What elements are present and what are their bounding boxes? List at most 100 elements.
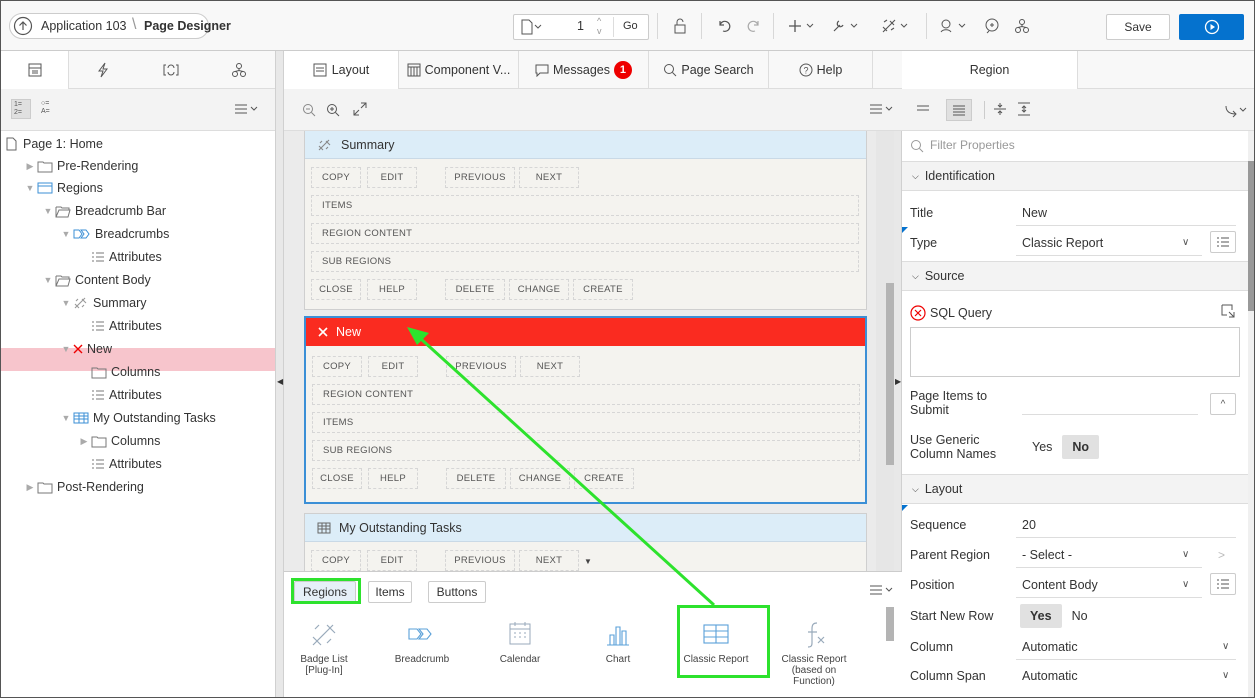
sql-query-textarea[interactable] bbox=[910, 327, 1240, 377]
app-link[interactable]: Application 103 bbox=[41, 19, 126, 33]
collapse-toggle-icon[interactable]: ▼ bbox=[59, 413, 73, 423]
show-common-icon[interactable] bbox=[914, 100, 936, 120]
sort-alpha-icon[interactable]: ○= A= bbox=[39, 99, 59, 119]
next-drop-zone[interactable]: NEXT bbox=[519, 550, 579, 571]
gallery-tab-buttons[interactable]: Buttons bbox=[428, 581, 486, 603]
copy-drop-zone[interactable]: COPY bbox=[311, 550, 361, 571]
undo-icon[interactable] bbox=[711, 14, 737, 38]
create-drop-zone[interactable]: CREATE bbox=[573, 279, 633, 300]
page-stepper[interactable]: ^ v bbox=[597, 16, 602, 36]
change-drop-zone[interactable]: CHANGE bbox=[510, 468, 570, 489]
tree-node[interactable]: ▼ Content Body bbox=[41, 269, 151, 291]
layout-menu-icon[interactable] bbox=[868, 101, 894, 117]
previous-drop-zone[interactable]: PREVIOUS bbox=[446, 356, 516, 377]
tree-node[interactable]: ▼ Summary bbox=[59, 292, 147, 314]
edit-drop-zone[interactable]: EDIT bbox=[368, 356, 418, 377]
type-list-button[interactable] bbox=[1210, 231, 1236, 253]
code-editor-icon[interactable] bbox=[1220, 303, 1236, 319]
collapse-right-icon[interactable]: ▶ bbox=[895, 377, 901, 386]
parent-region-select[interactable]: - Select - bbox=[1022, 548, 1072, 562]
change-drop-zone[interactable]: CHANGE bbox=[509, 279, 569, 300]
start-new-row-toggle[interactable]: Yes No bbox=[1020, 604, 1098, 628]
gallery-tab-items[interactable]: Items bbox=[368, 581, 412, 603]
column-select[interactable]: Automatic bbox=[1022, 640, 1078, 654]
go-button[interactable]: Go bbox=[623, 20, 638, 32]
type-select[interactable]: Classic Report bbox=[1022, 236, 1103, 250]
chevron-right-icon[interactable]: > bbox=[1218, 548, 1225, 562]
zoom-out-icon[interactable] bbox=[302, 103, 316, 117]
tree-node[interactable]: Attributes bbox=[77, 384, 162, 406]
tree-node[interactable]: ▶ Pre-Rendering bbox=[23, 155, 139, 177]
delete-drop-zone[interactable]: DELETE bbox=[446, 468, 506, 489]
previous-drop-zone[interactable]: PREVIOUS bbox=[445, 167, 515, 188]
tab-help[interactable]: ? Help bbox=[769, 51, 873, 89]
shared-hierarchy-icon[interactable] bbox=[1009, 14, 1035, 38]
page-number-input[interactable]: 1 bbox=[577, 19, 584, 33]
tree-node[interactable]: Page 1: Home bbox=[5, 133, 103, 155]
team-development-icon[interactable] bbox=[935, 14, 975, 38]
tree-node[interactable]: ▶ Columns bbox=[77, 430, 161, 452]
edit-drop-zone[interactable]: EDIT bbox=[367, 167, 417, 188]
page-menu-button[interactable] bbox=[517, 16, 547, 38]
left-splitter[interactable]: ◀ bbox=[275, 51, 284, 697]
section-source[interactable]: ⌵ Source bbox=[902, 261, 1248, 291]
chevron-down-icon[interactable]: ∨ bbox=[1182, 579, 1189, 590]
sub-regions-drop-zone[interactable]: SUB REGIONS bbox=[312, 440, 860, 461]
sub-regions-drop-zone[interactable]: SUB REGIONS bbox=[311, 251, 859, 272]
tree-node[interactable]: Attributes bbox=[77, 246, 162, 268]
start-row-no-option[interactable]: No bbox=[1062, 604, 1098, 628]
copy-drop-zone[interactable]: COPY bbox=[311, 167, 361, 188]
previous-drop-zone[interactable]: PREVIOUS bbox=[445, 550, 515, 571]
tab-shared-components[interactable] bbox=[205, 51, 273, 89]
tab-region[interactable]: Region bbox=[902, 51, 1078, 89]
region-content-drop-zone[interactable]: REGION CONTENT bbox=[312, 384, 860, 405]
section-layout[interactable]: ⌵ Layout bbox=[902, 474, 1248, 504]
scroll-down-icon[interactable]: ▼ bbox=[584, 557, 592, 566]
expand-toggle-icon[interactable]: ▶ bbox=[77, 436, 91, 447]
utilities-wrench-icon[interactable] bbox=[827, 14, 867, 38]
collapse-toggle-icon[interactable]: ▼ bbox=[23, 183, 37, 193]
canvas-scrollbar-thumb[interactable] bbox=[886, 283, 894, 465]
generic-names-toggle[interactable]: Yes No bbox=[1022, 435, 1100, 459]
region-header[interactable]: My Outstanding Tasks bbox=[305, 514, 866, 542]
position-select[interactable]: Content Body bbox=[1022, 578, 1098, 592]
gallery-item-chart[interactable]: Chart bbox=[582, 617, 654, 665]
save-button[interactable]: Save bbox=[1106, 14, 1170, 40]
tree-menu-icon[interactable] bbox=[233, 101, 259, 117]
chevron-down-icon[interactable]: ∨ bbox=[1222, 641, 1229, 652]
unlock-icon[interactable] bbox=[667, 14, 693, 38]
edit-drop-zone[interactable]: EDIT bbox=[367, 550, 417, 571]
tab-rendering[interactable] bbox=[1, 51, 69, 89]
sequence-field[interactable]: 20 bbox=[1022, 518, 1036, 532]
expand-all-icon[interactable] bbox=[1016, 101, 1032, 117]
collapse-toggle-icon[interactable]: ▼ bbox=[59, 298, 73, 308]
start-row-yes-option[interactable]: Yes bbox=[1020, 604, 1062, 628]
goto-group-icon[interactable] bbox=[1224, 102, 1248, 118]
close-drop-zone[interactable]: CLOSE bbox=[311, 279, 361, 300]
gallery-menu-icon[interactable] bbox=[868, 582, 894, 598]
create-plus-icon[interactable] bbox=[783, 14, 823, 38]
tree-node[interactable]: ▼ Breadcrumbs bbox=[59, 223, 170, 245]
items-drop-zone[interactable]: ITEMS bbox=[311, 195, 859, 216]
show-all-icon[interactable] bbox=[946, 99, 972, 121]
tab-layout[interactable]: Layout bbox=[284, 51, 399, 89]
tree-node[interactable]: Columns bbox=[77, 361, 160, 383]
next-drop-zone[interactable]: NEXT bbox=[520, 356, 580, 377]
collapse-toggle-icon[interactable]: ▼ bbox=[59, 344, 73, 354]
up-arrow-icon[interactable] bbox=[13, 16, 33, 36]
generic-no-option[interactable]: No bbox=[1062, 435, 1100, 459]
comments-icon[interactable] bbox=[979, 14, 1005, 38]
order-icon[interactable]: 1= 2= bbox=[11, 99, 31, 119]
column-span-select[interactable]: Automatic bbox=[1022, 669, 1078, 683]
expand-icon[interactable] bbox=[352, 101, 368, 117]
region-new[interactable]: New COPY EDIT PREVIOUS NEXT REGION CONTE… bbox=[304, 316, 867, 504]
region-header[interactable]: Summary bbox=[305, 131, 866, 159]
page-items-picker-button[interactable]: ^ bbox=[1210, 393, 1236, 415]
help-drop-zone[interactable]: HELP bbox=[367, 279, 417, 300]
next-drop-zone[interactable]: NEXT bbox=[519, 167, 579, 188]
tree-node[interactable]: Attributes bbox=[77, 315, 162, 337]
close-drop-zone[interactable]: CLOSE bbox=[312, 468, 362, 489]
gallery-item-calendar[interactable]: Calendar bbox=[484, 617, 556, 665]
redo-icon[interactable] bbox=[741, 14, 767, 38]
delete-drop-zone[interactable]: DELETE bbox=[445, 279, 505, 300]
